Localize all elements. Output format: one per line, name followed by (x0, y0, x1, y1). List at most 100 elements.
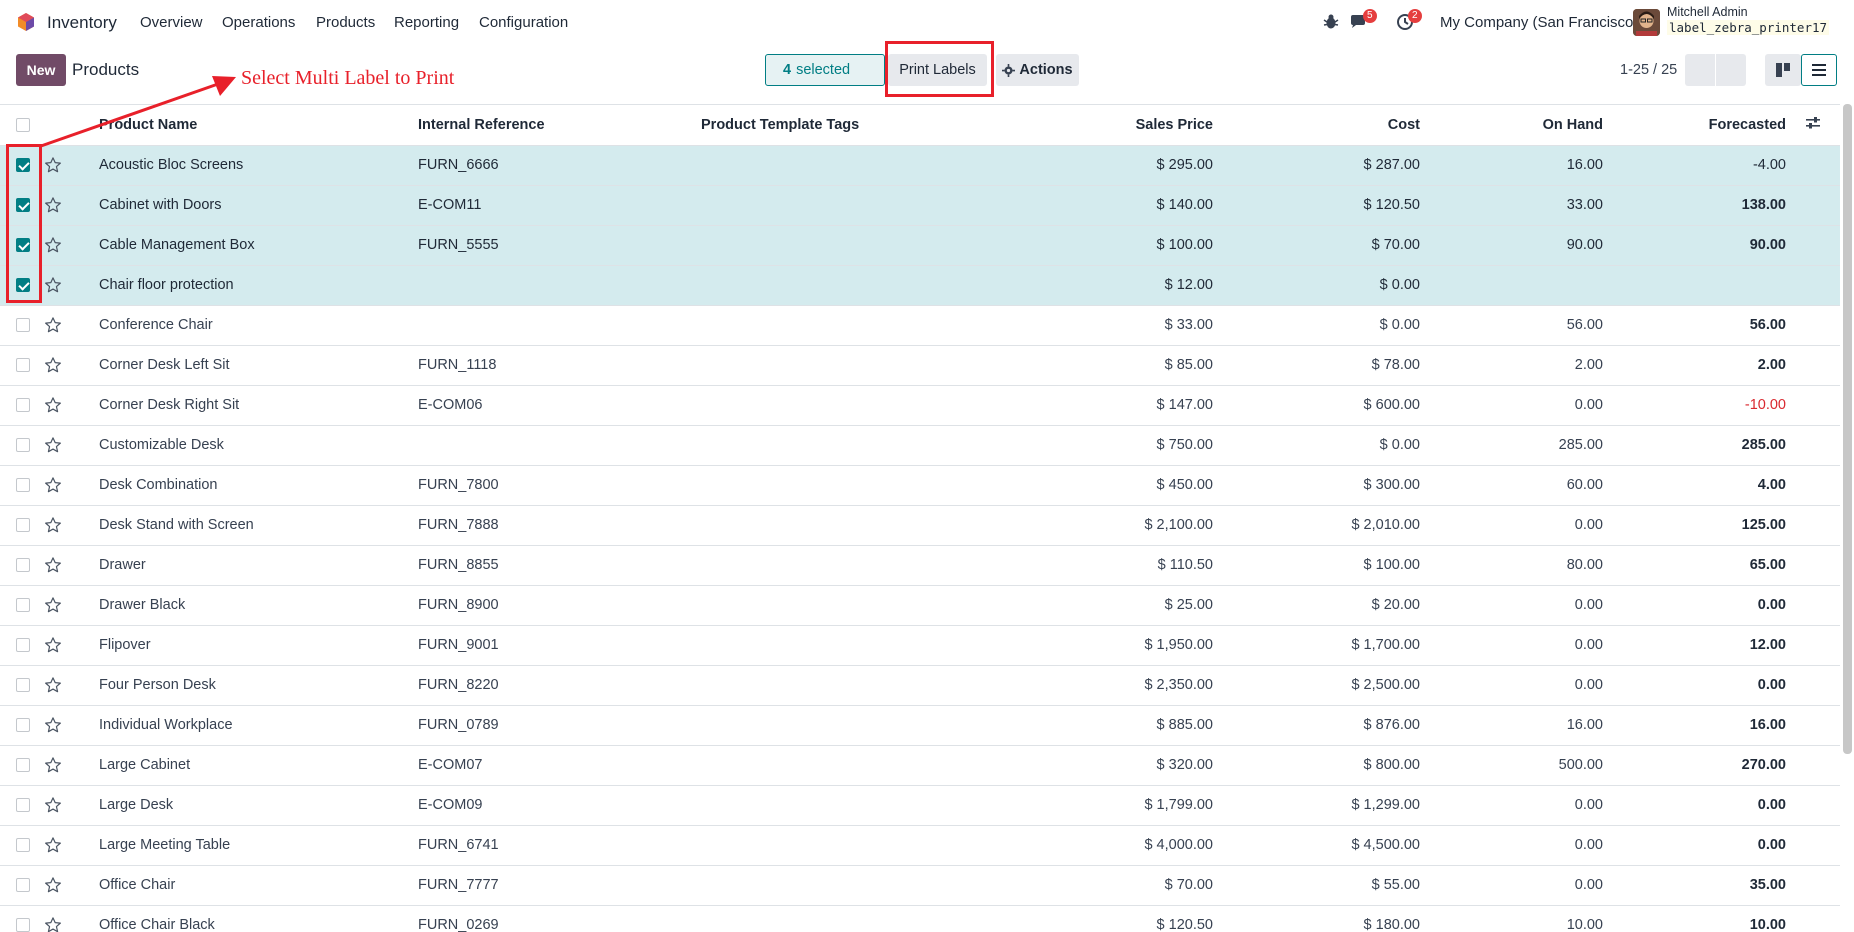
table-row[interactable]: Desk Combination FURN_7800 $ 450.00 $ 300.0… (0, 465, 1840, 506)
user-avatar[interactable] (1633, 9, 1660, 36)
kanban-view-button[interactable] (1765, 54, 1801, 86)
table-row[interactable]: Flipover FURN_9001 $ 1,950.00 $ 1,700.00 0.0… (0, 625, 1840, 666)
inventory-app-icon[interactable] (16, 12, 36, 32)
col-sales-price[interactable]: Sales Price (926, 105, 1213, 146)
favorite-star-icon[interactable] (44, 636, 62, 654)
favorite-star-icon[interactable] (44, 236, 62, 254)
app-name[interactable]: Inventory (47, 13, 117, 33)
favorite-star-icon[interactable] (44, 316, 62, 334)
col-forecasted[interactable]: Forecasted (1603, 105, 1786, 146)
select-all-checkbox[interactable] (16, 117, 30, 132)
row-checkbox[interactable] (16, 518, 30, 533)
table-row[interactable]: Corner Desk Right Sit E-COM06 $ 147.00 $ 60… (0, 385, 1840, 426)
col-internal-reference[interactable]: Internal Reference (418, 105, 701, 146)
menu-reporting[interactable]: Reporting (394, 14, 459, 31)
favorite-star-icon[interactable] (44, 196, 62, 214)
company-switcher[interactable]: My Company (San Francisco) (1440, 14, 1638, 31)
table-row[interactable]: Office Chair FURN_7777 $ 70.00 $ 55.00 0.00 3… (0, 865, 1840, 906)
favorite-star-icon[interactable] (44, 716, 62, 734)
favorite-star-icon[interactable] (44, 836, 62, 854)
new-button[interactable]: New (16, 54, 66, 86)
top-navbar: Inventory Overview Operations Products R… (0, 0, 1854, 44)
row-checkbox[interactable] (16, 918, 30, 932)
row-checkbox[interactable] (16, 318, 30, 333)
print-labels-button[interactable]: Print Labels (888, 54, 987, 86)
favorite-star-icon[interactable] (44, 396, 62, 414)
actions-button[interactable]: Actions (996, 54, 1079, 86)
menu-operations[interactable]: Operations (222, 14, 295, 31)
pager-previous-button[interactable] (1685, 54, 1715, 86)
table-row[interactable]: Drawer FURN_8855 $ 110.50 $ 100.00 80.00 65.0… (0, 545, 1840, 586)
product-name-cell: Corner Desk Left Sit (99, 345, 418, 386)
row-checkbox[interactable] (16, 238, 30, 253)
annotation-text: Select Multi Label to Print (241, 67, 455, 89)
table-row[interactable]: Four Person Desk FURN_8220 $ 2,350.00 $ 2,5… (0, 665, 1840, 706)
table-row[interactable]: Acoustic Bloc Screens FURN_6666 $ 295.00 $ … (0, 145, 1840, 186)
on-hand-cell: 2.00 (1420, 345, 1603, 386)
list-view-button[interactable] (1801, 54, 1837, 86)
product-name-cell: Cabinet with Doors (99, 185, 418, 226)
favorite-star-icon[interactable] (44, 156, 62, 174)
pager-value[interactable]: 1-25 / 25 (1620, 62, 1677, 78)
col-on-hand[interactable]: On Hand (1420, 105, 1603, 146)
table-row[interactable]: Chair floor protection $ 12.00 $ 0.00 (0, 265, 1840, 306)
table-row[interactable]: Cabinet with Doors E-COM11 $ 140.00 $ 120.5… (0, 185, 1840, 226)
favorite-star-icon[interactable] (44, 596, 62, 614)
row-checkbox[interactable] (16, 438, 30, 453)
col-product-template-tags[interactable]: Product Template Tags (701, 105, 926, 146)
row-checkbox[interactable] (16, 598, 30, 613)
sales-price-cell: $ 885.00 (926, 705, 1213, 746)
table-row[interactable]: Desk Stand with Screen FURN_7888 $ 2,100.0… (0, 505, 1840, 546)
row-checkbox[interactable] (16, 198, 30, 213)
table-row[interactable]: Cable Management Box FURN_5555 $ 100.00 $ 7… (0, 225, 1840, 266)
table-row[interactable]: Corner Desk Left Sit FURN_1118 $ 85.00 $ 78… (0, 345, 1840, 386)
row-checkbox[interactable] (16, 478, 30, 493)
table-row[interactable]: Drawer Black FURN_8900 $ 25.00 $ 20.00 0.00 0… (0, 585, 1840, 626)
row-checkbox[interactable] (16, 638, 30, 653)
sales-price-cell: $ 450.00 (926, 465, 1213, 506)
favorite-star-icon[interactable] (44, 476, 62, 494)
favorite-star-icon[interactable] (44, 516, 62, 534)
favorite-star-icon[interactable] (44, 796, 62, 814)
bug-icon[interactable] (1321, 12, 1341, 32)
favorite-star-icon[interactable] (44, 436, 62, 454)
menu-overview[interactable]: Overview (140, 14, 203, 31)
row-checkbox[interactable] (16, 558, 30, 573)
table-row[interactable]: Office Chair Black FURN_0269 $ 120.50 $ 180… (0, 905, 1840, 932)
vertical-scrollbar[interactable] (1843, 104, 1852, 754)
menu-configuration[interactable]: Configuration (479, 14, 568, 31)
table-row[interactable]: Large Desk E-COM09 $ 1,799.00 $ 1,299.00 0.0… (0, 785, 1840, 826)
tags-cell (701, 785, 926, 826)
row-checkbox[interactable] (16, 278, 30, 293)
pager-next-button[interactable] (1716, 54, 1746, 86)
row-checkbox[interactable] (16, 158, 30, 173)
favorite-star-icon[interactable] (44, 676, 62, 694)
selection-counter[interactable]: 4 selected (765, 54, 885, 86)
favorite-star-icon[interactable] (44, 556, 62, 574)
col-product-name[interactable]: Product Name (99, 105, 418, 146)
table-row[interactable]: Large Cabinet E-COM07 $ 320.00 $ 800.00 500.… (0, 745, 1840, 786)
table-row[interactable]: Customizable Desk $ 750.00 $ 0.00 285.00 285… (0, 425, 1840, 466)
favorite-star-icon[interactable] (44, 276, 62, 294)
menu-products[interactable]: Products (316, 14, 375, 31)
row-checkbox[interactable] (16, 678, 30, 693)
product-name-cell: Drawer Black (99, 585, 418, 626)
row-checkbox[interactable] (16, 398, 30, 413)
favorite-star-icon[interactable] (44, 916, 62, 932)
user-name[interactable]: Mitchell Admin (1667, 5, 1748, 19)
row-checkbox[interactable] (16, 758, 30, 773)
table-row[interactable]: Large Meeting Table FURN_6741 $ 4,000.00 $ … (0, 825, 1840, 866)
favorite-star-icon[interactable] (44, 756, 62, 774)
row-checkbox[interactable] (16, 358, 30, 373)
favorite-star-icon[interactable] (44, 876, 62, 894)
favorite-star-icon[interactable] (44, 356, 62, 374)
row-checkbox[interactable] (16, 878, 30, 893)
table-row[interactable]: Individual Workplace FURN_0789 $ 885.00 $ 8… (0, 705, 1840, 746)
row-checkbox[interactable] (16, 838, 30, 853)
row-checkbox[interactable] (16, 798, 30, 813)
column-settings-icon[interactable] (1806, 116, 1820, 129)
row-checkbox[interactable] (16, 718, 30, 733)
table-row[interactable]: Conference Chair $ 33.00 $ 0.00 56.00 56.00 (0, 305, 1840, 346)
select-all-cell (0, 105, 44, 146)
col-cost[interactable]: Cost (1213, 105, 1420, 146)
